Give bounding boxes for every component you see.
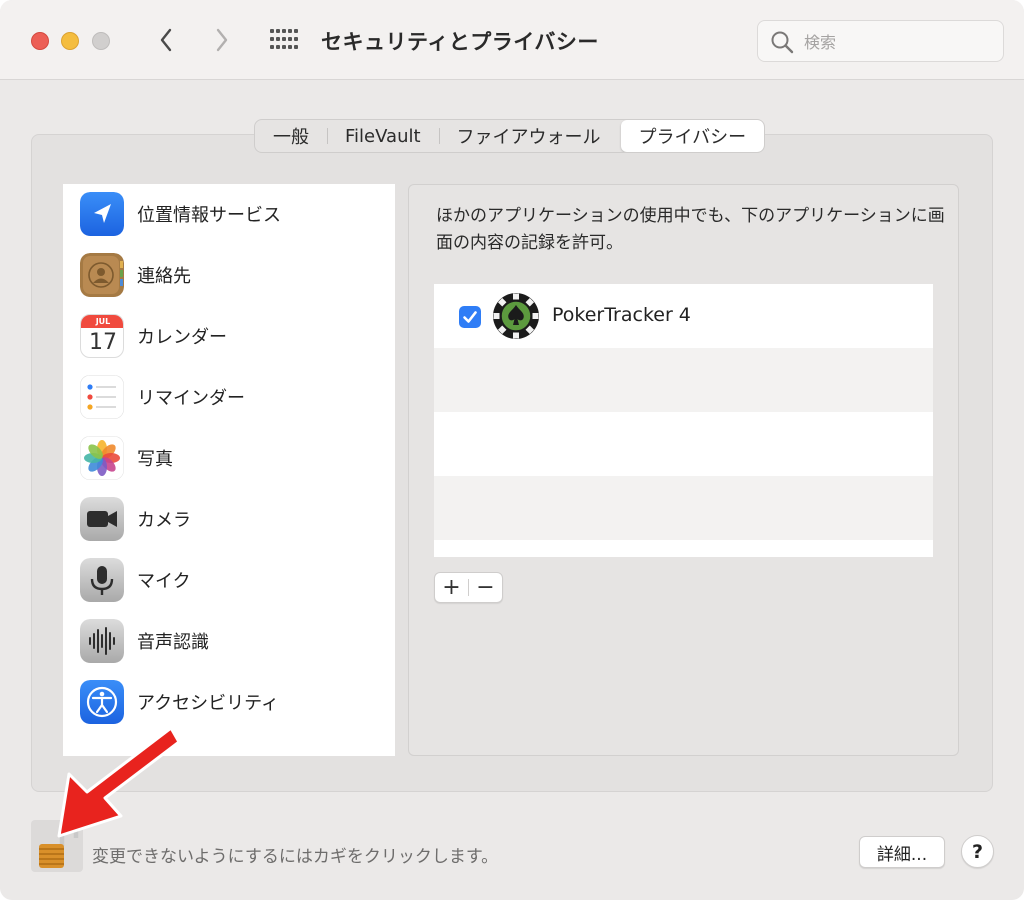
camera-icon <box>80 497 124 541</box>
location-arrow-icon <box>80 192 124 236</box>
screen-recording-description: ほかのアプリケーションの使用中でも、下のアプリケーションに画面の内容の記録を許可… <box>436 206 945 253</box>
window-title: セキュリティとプライバシー <box>321 30 599 54</box>
sidebar-item-label: 写真 <box>137 449 173 470</box>
tab-bar: 一般 FileVault ファイアウォール プライバシー <box>254 119 766 153</box>
tab-filevault[interactable]: FileVault <box>327 120 439 152</box>
speech-recognition-icon <box>80 619 124 663</box>
help-button[interactable]: ? <box>961 835 994 868</box>
lock-hint-text: 変更できないようにするにはカギをクリックします。 <box>92 847 499 867</box>
preferences-window: セキュリティとプライバシー 一般 FileVault ファイアウォール プライバ… <box>0 0 1024 900</box>
sidebar-item-label: 音声認識 <box>137 632 209 653</box>
empty-row <box>434 476 933 540</box>
calendar-month: JUL <box>81 315 123 328</box>
list-item[interactable]: PokerTracker 4 <box>434 284 933 348</box>
remove-app-button[interactable]: − <box>469 573 502 602</box>
sidebar-item-contacts[interactable]: 連絡先 <box>63 245 395 305</box>
sidebar-item-speech[interactable]: 音声認識 <box>63 611 395 671</box>
tab-privacy[interactable]: プライバシー <box>620 120 765 152</box>
sidebar-item-label: 位置情報サービス <box>137 205 281 226</box>
close-window-button[interactable] <box>31 32 49 50</box>
sidebar-item-location[interactable]: 位置情報サービス <box>63 184 395 244</box>
app-name: PokerTracker 4 <box>552 304 691 326</box>
zoom-window-button[interactable] <box>92 32 110 50</box>
microphone-icon <box>80 558 124 602</box>
app-enabled-checkbox[interactable] <box>459 306 481 328</box>
calendar-icon: JUL 17 <box>80 314 124 358</box>
sidebar-item-camera[interactable]: カメラ <box>63 489 395 549</box>
sidebar-item-photos[interactable]: 写真 <box>63 428 395 488</box>
checkmark-icon <box>463 311 477 323</box>
chevron-right-icon <box>216 28 228 52</box>
pokertracker-chip-icon <box>492 292 540 340</box>
sidebar-item-label: リマインダー <box>137 388 245 409</box>
calendar-day: 17 <box>89 330 117 355</box>
search-input[interactable] <box>804 29 994 55</box>
sidebar-item-microphone[interactable]: マイク <box>63 550 395 610</box>
accessibility-icon <box>80 680 124 724</box>
empty-row <box>434 412 933 476</box>
sidebar-item-label: カレンダー <box>137 327 227 348</box>
search-icon <box>771 31 794 54</box>
photos-icon <box>80 436 124 480</box>
sidebar-item-label: マイク <box>137 571 191 592</box>
forward-button[interactable] <box>208 26 236 54</box>
add-remove-control: + − <box>434 572 503 603</box>
empty-row <box>434 348 933 412</box>
tab-general[interactable]: 一般 <box>255 120 327 152</box>
show-all-grid-icon[interactable] <box>270 29 298 51</box>
sidebar-item-label: 連絡先 <box>137 266 191 287</box>
sidebar-item-calendar[interactable]: JUL 17 カレンダー <box>63 306 395 366</box>
sidebar-item-reminders[interactable]: リマインダー <box>63 367 395 427</box>
chevron-left-icon <box>160 28 172 52</box>
red-arrow-annotation <box>57 726 181 838</box>
sidebar-item-label: カメラ <box>137 510 191 531</box>
sidebar-item-label: アクセシビリティ <box>137 693 280 714</box>
privacy-category-list: 位置情報サービス 連絡先 JUL 17 カレンダー リマインダー 写真 カメラ … <box>63 184 395 756</box>
back-button[interactable] <box>152 26 180 54</box>
minimize-window-button[interactable] <box>61 32 79 50</box>
tab-firewall[interactable]: ファイアウォール <box>438 120 619 152</box>
search-field[interactable] <box>757 20 1004 62</box>
app-list: PokerTracker 4 <box>434 284 933 557</box>
advanced-button[interactable]: 詳細... <box>859 836 945 868</box>
contacts-icon <box>80 253 124 297</box>
add-app-button[interactable]: + <box>435 573 468 602</box>
reminders-icon <box>80 375 124 419</box>
sidebar-item-accessibility[interactable]: アクセシビリティ <box>63 672 395 732</box>
title-bar: セキュリティとプライバシー <box>0 0 1024 80</box>
